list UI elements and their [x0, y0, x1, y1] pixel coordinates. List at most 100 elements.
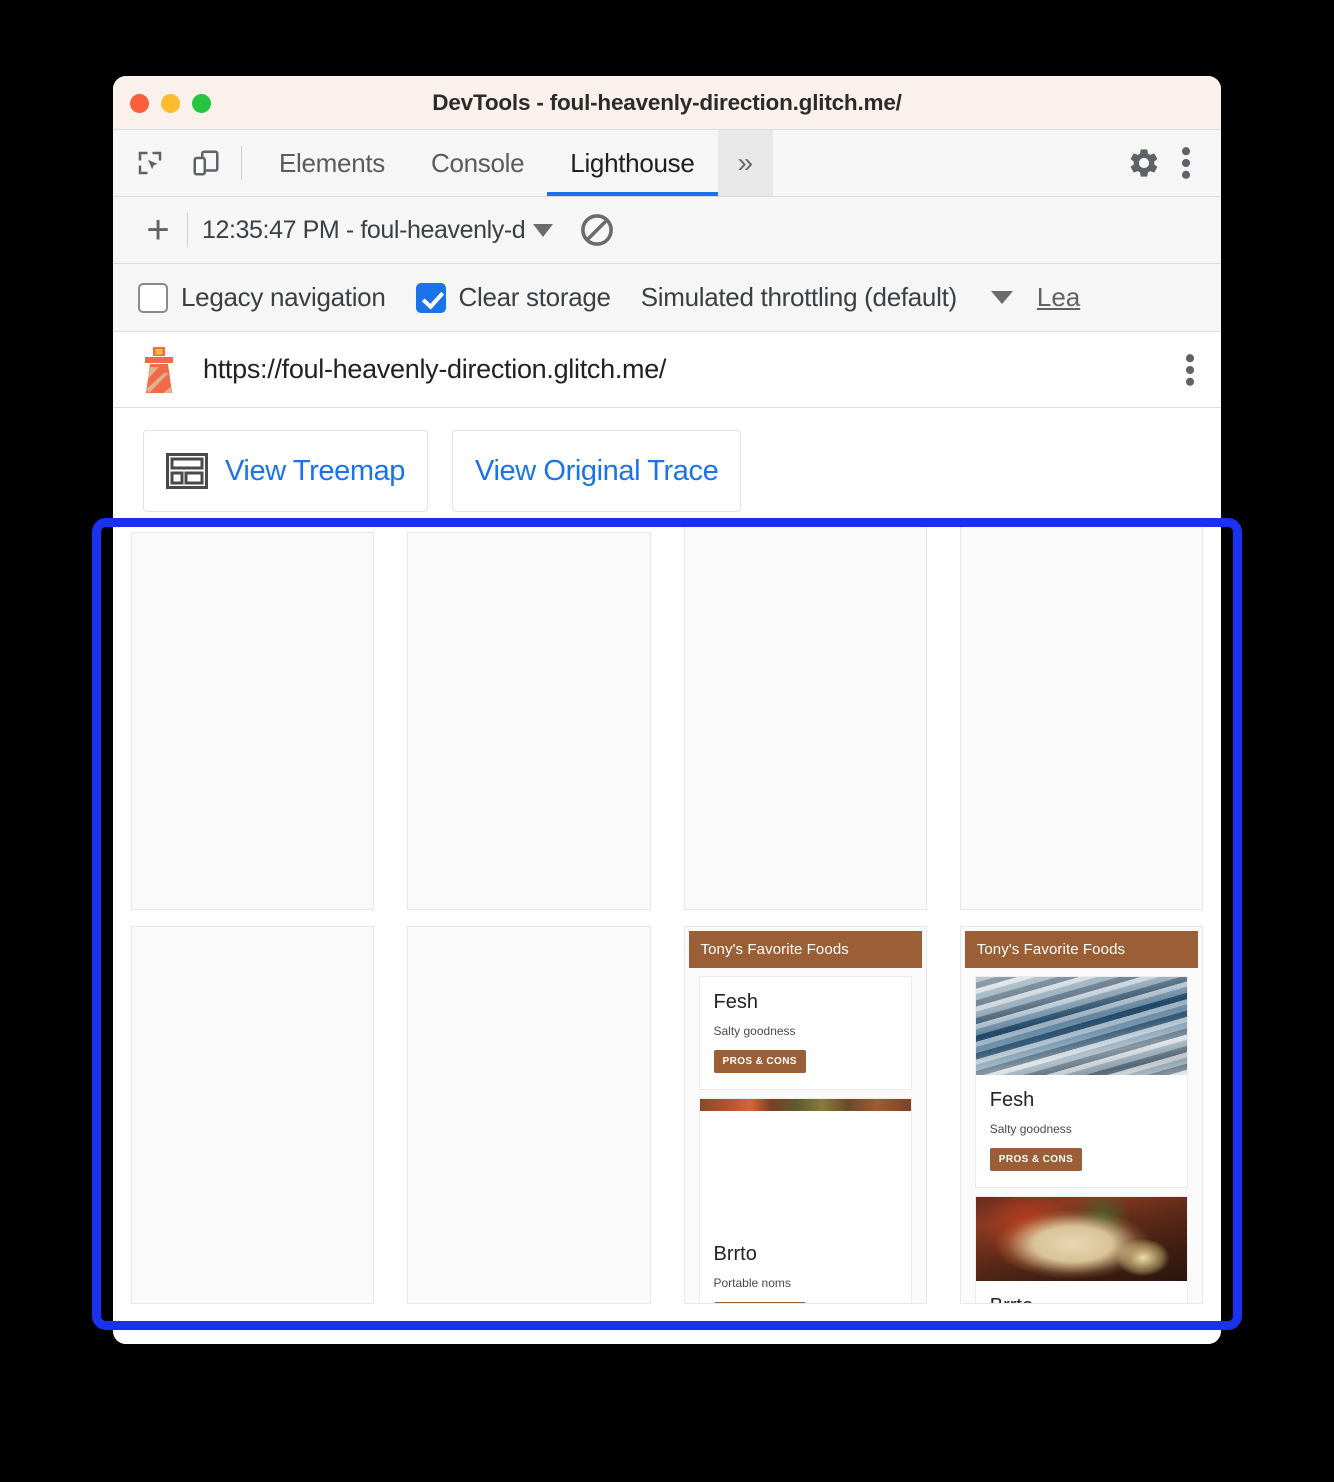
frame-blank-page — [408, 533, 650, 909]
frame-blank-page — [408, 927, 650, 1303]
toggle-device-toolbar-button[interactable] — [185, 142, 227, 184]
food-card-title: Fesh — [989, 1089, 1035, 1111]
filmstrip-grid: Tony's Favorite Foods Fesh Salty goodnes… — [131, 525, 1203, 1304]
tab-elements[interactable]: Elements — [256, 130, 408, 196]
tabbar-left-icons — [113, 130, 227, 196]
food-card-title: Brrto — [990, 1295, 1173, 1303]
inspect-element-icon — [138, 151, 162, 175]
tab-lighthouse-label: Lighthouse — [570, 147, 695, 178]
frame-blank-page — [132, 533, 374, 909]
kebab-menu-icon — [1185, 353, 1195, 386]
settings-button[interactable] — [1123, 142, 1165, 184]
treemap-icon — [166, 453, 208, 489]
pros-and-cons-button[interactable]: PROS & CONS — [713, 1302, 806, 1303]
page-header-title: Tony's Favorite Foods — [688, 931, 922, 968]
clear-reports-button[interactable] — [579, 212, 615, 248]
tab-lighthouse[interactable]: Lighthouse — [547, 130, 718, 196]
filmstrip-frame-6[interactable] — [407, 926, 651, 1304]
minimize-window-button[interactable] — [161, 93, 180, 113]
fish-photo-image — [975, 977, 1187, 1075]
tab-console-label: Console — [430, 147, 525, 178]
food-card: Fesh Salty goodness PROS & CONS — [974, 976, 1188, 1188]
food-card: Brrto Portable noms — [974, 1196, 1188, 1303]
panel-tabs: Elements Console Lighthouse » — [256, 130, 773, 196]
food-card-subtitle: Salty goodness — [989, 1122, 1072, 1136]
clear-storage-checkbox-row[interactable]: Clear storage — [415, 282, 611, 313]
lighthouse-report-body: View Treemap View Original Trace Tony's … — [113, 408, 1221, 1344]
chevron-down-icon — [990, 291, 1013, 304]
food-card-body: Fesh Salty goodness PROS & CONS — [976, 1075, 1187, 1187]
report-selector-label: 12:35:47 PM - foul-heavenly-d — [202, 215, 526, 244]
view-treemap-button[interactable]: View Treemap — [143, 430, 429, 512]
food-card-body: Brrto Portable noms — [976, 1281, 1187, 1303]
filmstrip-section: Tony's Favorite Foods Fesh Salty goodnes… — [113, 525, 1221, 1344]
frame-page-render: Tony's Favorite Foods Fesh Salty goodnes… — [684, 927, 926, 1303]
runbar-divider — [187, 213, 188, 247]
filmstrip-frame-4[interactable] — [959, 525, 1203, 910]
lighthouse-icon — [145, 346, 173, 393]
filmstrip-frame-8[interactable]: Tony's Favorite Foods Fesh Salty goodnes… — [959, 926, 1203, 1304]
device-toolbar-icon — [193, 150, 219, 176]
filmstrip-frame-1[interactable] — [131, 532, 375, 910]
report-action-buttons: View Treemap View Original Trace — [113, 430, 1221, 512]
filmstrip-frame-7[interactable]: Tony's Favorite Foods Fesh Salty goodnes… — [683, 926, 927, 1304]
filmstrip-frame-2[interactable] — [407, 532, 651, 910]
kebab-menu-icon — [1181, 147, 1191, 179]
maximize-window-button[interactable] — [192, 93, 211, 113]
throttling-select[interactable]: Simulated throttling (default) — [641, 282, 1013, 313]
legacy-navigation-checkbox-row[interactable]: Legacy navigation — [138, 282, 386, 313]
tab-elements-label: Elements — [279, 147, 385, 178]
lighthouse-options-bar: Legacy navigation Clear storage Simulate… — [113, 264, 1221, 332]
frame-page-render: Tony's Favorite Foods Fesh Salty goodnes… — [960, 927, 1202, 1303]
report-url: https://foul-heavenly-direction.glitch.m… — [203, 354, 667, 384]
devtools-tabbar: Elements Console Lighthouse » — [113, 130, 1221, 197]
food-card-body: Fesh Salty goodness PROS & CONS — [700, 977, 911, 1089]
food-card-subtitle: Salty goodness — [713, 1024, 796, 1038]
filmstrip-frame-3[interactable] — [683, 525, 927, 910]
learn-more-link[interactable]: Lea — [1037, 282, 1080, 313]
food-card-body: Brrto Portable noms PROS & CONS — [700, 1229, 911, 1303]
frame-blank-page — [960, 526, 1202, 909]
devtools-window: DevTools - foul-heavenly-direction.glitc… — [113, 76, 1221, 1344]
food-card-title: Fesh — [713, 991, 758, 1013]
food-card-image-partial — [699, 1099, 911, 1111]
pros-and-cons-button[interactable]: PROS & CONS — [989, 1148, 1083, 1171]
tab-console[interactable]: Console — [408, 130, 547, 196]
clear-storage-checkbox[interactable] — [415, 282, 446, 313]
food-card: Brrto Portable noms PROS & CONS — [698, 1098, 912, 1303]
food-card: Fesh Salty goodness PROS & CONS — [698, 976, 912, 1090]
page-header-title: Tony's Favorite Foods — [964, 931, 1198, 968]
tabbar-right-icons — [1094, 130, 1221, 196]
food-card-subtitle: Portable noms — [713, 1276, 791, 1290]
more-tabs-label: » — [737, 147, 754, 178]
gear-icon — [1130, 149, 1158, 177]
report-url-bar: https://foul-heavenly-direction.glitch.m… — [113, 332, 1221, 408]
tabbar-divider — [241, 146, 242, 180]
screenshot-root: DevTools - foul-heavenly-direction.glitc… — [0, 0, 1334, 1482]
burrito-photo-image — [975, 1197, 1187, 1281]
report-menu-button[interactable] — [1177, 353, 1203, 387]
close-window-button[interactable] — [130, 93, 149, 113]
window-titlebar: DevTools - foul-heavenly-direction.glitc… — [113, 76, 1221, 130]
food-card-image-placeholder — [699, 1111, 911, 1229]
report-selector[interactable]: 12:35:47 PM - foul-heavenly-d — [202, 215, 554, 245]
legacy-navigation-label: Legacy navigation — [181, 282, 386, 312]
window-title: DevTools - foul-heavenly-direction.glitc… — [432, 89, 902, 115]
more-tabs-button[interactable]: » — [717, 130, 773, 196]
lighthouse-runbar: + 12:35:47 PM - foul-heavenly-d — [113, 197, 1221, 264]
inspect-element-button[interactable] — [129, 142, 171, 184]
legacy-navigation-checkbox[interactable] — [138, 282, 168, 313]
new-report-button[interactable]: + — [135, 210, 181, 250]
view-original-trace-button[interactable]: View Original Trace — [452, 430, 742, 512]
view-original-trace-label: View Original Trace — [475, 454, 719, 487]
food-card-title: Brrto — [713, 1243, 757, 1265]
frame-blank-page — [132, 927, 374, 1303]
devtools-main-menu-button[interactable] — [1165, 142, 1207, 184]
view-treemap-label: View Treemap — [225, 454, 406, 487]
no-entry-icon — [581, 214, 614, 246]
chevron-down-icon — [533, 223, 554, 237]
clear-storage-label: Clear storage — [458, 282, 611, 312]
filmstrip-frame-5[interactable] — [131, 926, 375, 1304]
pros-and-cons-button[interactable]: PROS & CONS — [713, 1050, 806, 1073]
window-traffic-lights[interactable] — [130, 76, 211, 130]
